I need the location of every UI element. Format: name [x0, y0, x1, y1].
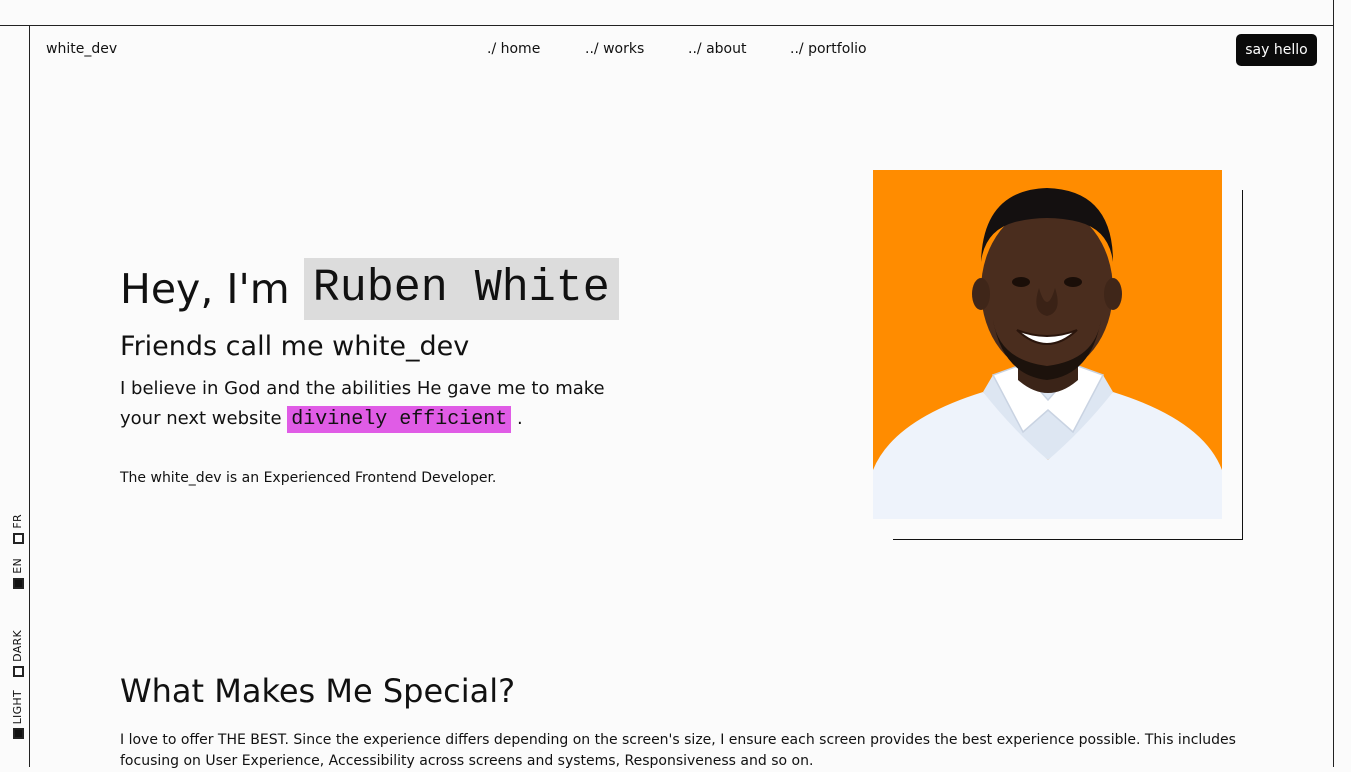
nav-about[interactable]: ../ about — [688, 41, 746, 57]
site-logo[interactable]: white_dev — [46, 41, 117, 57]
say-hello-button[interactable]: say hello — [1236, 34, 1317, 66]
hero-greeting: Hey, I'm — [120, 265, 290, 313]
checkbox-icon — [12, 532, 24, 544]
nav-works[interactable]: ../ works — [585, 41, 644, 57]
hero-heading: Hey, I'm Ruben White — [120, 258, 619, 320]
hero-name: Ruben White — [303, 258, 619, 320]
belief-end: . — [517, 408, 523, 429]
lang-fr-label: FR — [11, 514, 24, 529]
special-body: I love to offer THE BEST. Since the expe… — [120, 732, 1236, 769]
top-strip — [0, 0, 1334, 26]
lang-en-label: EN — [11, 558, 24, 574]
right-border — [1333, 26, 1334, 767]
belief-highlight: divinely efficient — [287, 406, 512, 433]
theme-toggle-light[interactable]: LIGHT — [11, 690, 24, 740]
theme-light-label: LIGHT — [11, 690, 24, 725]
nav-home[interactable]: ./ home — [487, 41, 540, 57]
checkbox-icon — [12, 665, 24, 677]
profile-photo — [873, 170, 1222, 519]
special-heading: What Makes Me Special? — [120, 672, 516, 710]
nav-portfolio[interactable]: ../ portfolio — [790, 41, 867, 57]
lang-toggle-fr[interactable]: FR — [11, 514, 24, 544]
theme-dark-label: DARK — [11, 630, 24, 662]
checkbox-checked-icon — [12, 577, 24, 589]
hero-belief: I believe in God and the abilities He ga… — [120, 374, 620, 435]
portrait-illustration — [873, 170, 1222, 519]
checkbox-checked-icon — [12, 728, 24, 740]
hero-role: The white_dev is an Experienced Frontend… — [120, 470, 497, 486]
theme-toggle-dark[interactable]: DARK — [11, 630, 24, 677]
lang-toggle-en[interactable]: EN — [11, 558, 24, 589]
hero-subtitle: Friends call me white_dev — [120, 331, 470, 362]
